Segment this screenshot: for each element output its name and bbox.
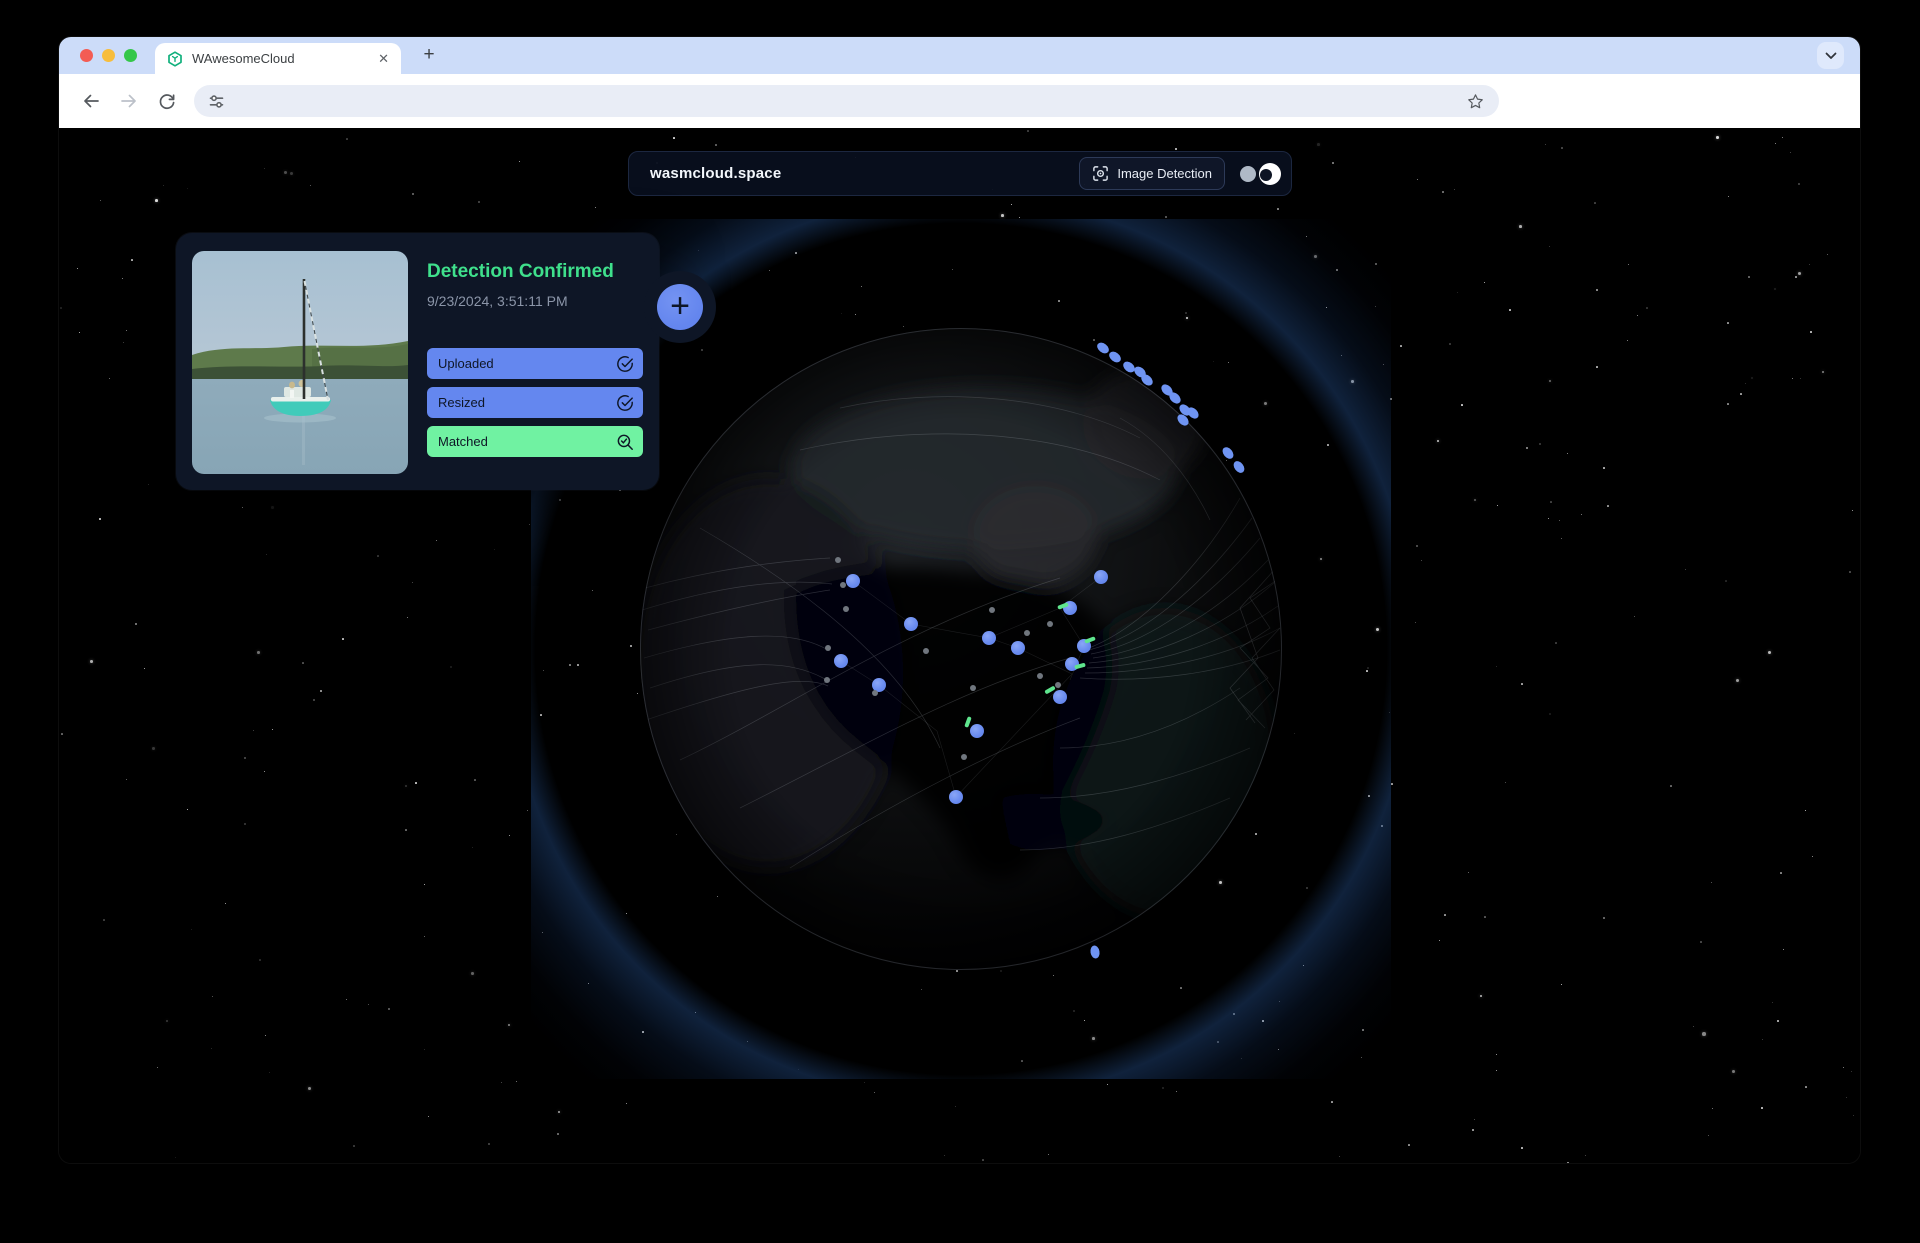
status-badge-matched[interactable]: Matched <box>427 426 643 457</box>
reload-button[interactable] <box>148 84 186 118</box>
status-badges: Uploaded Resized Matched <box>427 348 643 457</box>
maximize-window-button[interactable] <box>124 49 137 62</box>
status-badge-uploaded[interactable]: Uploaded <box>427 348 643 379</box>
tab-wawesomecloud[interactable]: WAwesomeCloud ✕ <box>155 43 401 74</box>
status-label: Uploaded <box>438 356 494 371</box>
circle-check-icon <box>616 394 634 412</box>
page-content: wasmcloud.space Image Detection + Detect… <box>59 128 1860 1163</box>
theme-toggle[interactable] <box>1237 162 1281 186</box>
status-label: Matched <box>438 434 488 449</box>
wasmcloud-logo-icon <box>167 50 183 67</box>
image-detection-label: Image Detection <box>1117 166 1212 181</box>
tab-search-button[interactable] <box>1817 42 1844 69</box>
bookmark-star-icon[interactable] <box>1466 92 1485 111</box>
status-label: Resized <box>438 395 485 410</box>
tab-title: WAwesomeCloud <box>192 51 295 66</box>
circle-check-icon <box>616 355 634 373</box>
url-bar[interactable] <box>194 85 1499 117</box>
card-timestamp: 9/23/2024, 3:51:11 PM <box>427 293 568 309</box>
brand-title: wasmcloud.space <box>650 165 782 182</box>
detected-image-thumbnail <box>192 251 408 474</box>
sun-icon <box>1240 165 1256 182</box>
minimize-window-button[interactable] <box>102 49 115 62</box>
scan-eye-icon <box>1092 165 1109 182</box>
detection-card: + Detection Confirmed 9/23/2024, 3:51:11… <box>176 233 716 490</box>
status-badge-resized[interactable]: Resized <box>427 387 643 418</box>
globe[interactable] <box>640 328 1282 970</box>
reload-icon <box>159 94 175 110</box>
back-button[interactable] <box>72 84 110 118</box>
close-tab-icon[interactable]: ✕ <box>378 52 389 65</box>
browser-toolbar <box>59 74 1860 128</box>
tab-strip: WAwesomeCloud ✕ + <box>59 37 1860 74</box>
close-window-button[interactable] <box>80 49 93 62</box>
window-controls <box>80 49 137 62</box>
theme-toggle-moon-icon <box>1259 162 1281 185</box>
chevron-down-icon <box>1825 52 1837 60</box>
forward-button[interactable] <box>110 84 148 118</box>
app-header: wasmcloud.space Image Detection <box>628 151 1292 196</box>
tune-icon[interactable] <box>208 93 225 110</box>
forward-icon <box>121 94 136 108</box>
browser-window: WAwesomeCloud ✕ + wasmcloud.space Image … <box>59 37 1860 1163</box>
back-icon <box>84 94 99 108</box>
card-title: Detection Confirmed <box>427 261 614 282</box>
new-tab-icon[interactable]: + <box>415 41 443 69</box>
image-detection-button[interactable]: Image Detection <box>1079 157 1225 190</box>
header-actions: Image Detection <box>1079 157 1281 190</box>
search-check-icon <box>616 433 634 451</box>
add-image-button[interactable]: + <box>657 284 703 330</box>
